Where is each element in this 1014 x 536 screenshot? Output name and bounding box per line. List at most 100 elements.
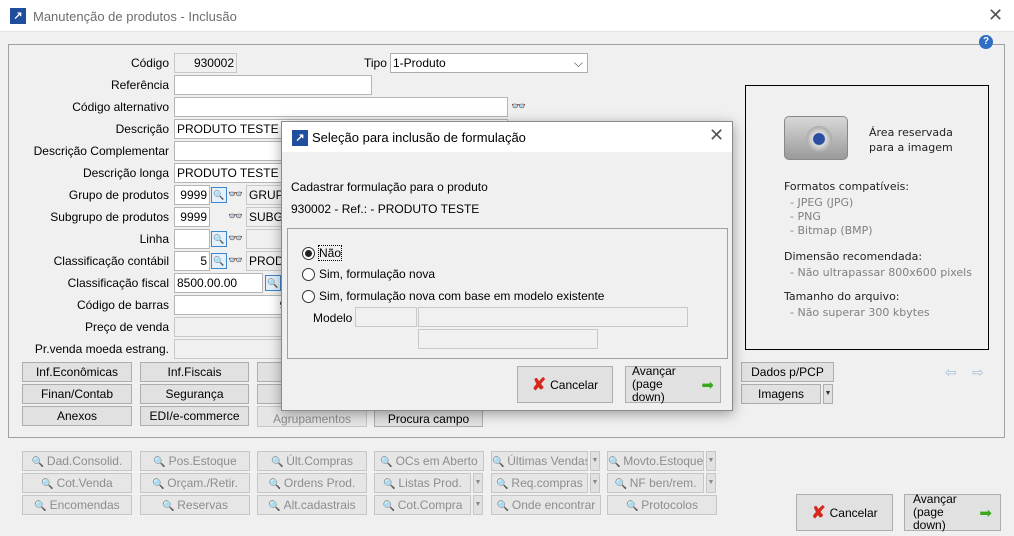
action-button[interactable]: 🔍 Orçam./Retir. <box>140 473 250 493</box>
search-icon[interactable]: 🔍 <box>211 253 227 269</box>
subgrupo-code-field[interactable]: 9999 <box>174 207 210 227</box>
search-icon[interactable]: 🔍 <box>211 187 227 203</box>
search-icon[interactable]: 🔍 <box>211 231 227 247</box>
action-label: OCs em Aberto <box>395 454 478 468</box>
action-button[interactable]: 🔍 Listas Prod. <box>374 473 471 493</box>
codigo-barras-field[interactable]: 93 <box>174 295 296 315</box>
action-button[interactable]: 🔍 Alt.cadastrais <box>257 495 367 515</box>
binoculars-icon[interactable]: 👓 <box>228 187 243 201</box>
dialog-close-icon[interactable]: ✕ <box>709 125 724 146</box>
action-button[interactable]: 🔍 Últimas Vendas <box>491 451 588 471</box>
radio-button[interactable] <box>302 289 315 303</box>
codigo-field[interactable]: 930002 <box>174 53 237 73</box>
imagens-button[interactable]: Imagens <box>741 384 821 404</box>
codigo-alternativo-field[interactable] <box>174 97 508 117</box>
action-button[interactable]: 🔍 OCs em Aberto <box>374 451 484 471</box>
cancel-x-icon: ✘ <box>811 502 826 522</box>
action-icon: 🔍 <box>382 501 398 512</box>
action-button[interactable]: 🔍 NF ben/rem. <box>607 473 704 493</box>
green-arrow-icon: ➡ <box>701 376 714 394</box>
close-icon[interactable]: ✕ <box>988 5 1003 26</box>
inf-fiscais-button[interactable]: Inf.Fiscais <box>140 362 249 382</box>
image-area[interactable]: Área reservada para a imagem Formatos co… <box>745 85 989 350</box>
classificacao-contabil-label: Classificação contábil <box>53 254 169 268</box>
cancel-x-icon: ✘ <box>531 374 547 394</box>
preco-moeda-field <box>174 339 296 359</box>
linha-code-field[interactable] <box>174 229 210 249</box>
action-button[interactable]: 🔍 Encomendas <box>22 495 132 515</box>
edi-button[interactable]: EDI/e-commerce <box>140 406 249 426</box>
action-icon: 🔍 <box>626 501 642 512</box>
chevron-down-icon: ⌵ <box>573 56 583 70</box>
next-label: Avançar <box>913 492 957 506</box>
modelo-label: Modelo <box>313 311 353 325</box>
action-icon: 🔍 <box>271 457 287 468</box>
action-button[interactable]: 🔍 Req.compras <box>491 473 588 493</box>
action-icon: 🔍 <box>41 479 57 490</box>
next-arrow-icon[interactable]: ⇨ <box>972 364 984 381</box>
binoculars-icon[interactable]: 👓 <box>511 99 526 113</box>
size-text: - Não superar 300 kbytes <box>790 306 930 319</box>
dialog-cancel-button[interactable]: ✘ Cancelar <box>517 366 613 403</box>
classificacao-fiscal-field[interactable]: 8500.00.00 <box>174 273 263 293</box>
binoculars-icon[interactable]: 👓 <box>228 253 243 267</box>
action-label: Req.compras <box>511 476 583 490</box>
action-icon: 🔍 <box>31 457 47 468</box>
next-shortcut: (page down) <box>632 377 665 404</box>
action-button[interactable]: 🔍 Ordens Prod. <box>257 473 367 493</box>
binoculars-icon[interactable]: 👓 <box>228 209 243 223</box>
action-button[interactable]: 🔍 Protocolos <box>607 495 717 515</box>
referencia-label: Referência <box>110 78 169 92</box>
linha-label: Linha <box>139 232 169 246</box>
grupo-code-field[interactable]: 9999 <box>174 185 210 205</box>
format-item: - Bitmap (BMP) <box>790 224 873 237</box>
cancel-button[interactable]: ✘ Cancelar <box>796 494 893 531</box>
action-button[interactable]: 🔍 Cot.Compra <box>374 495 471 515</box>
previous-arrow-icon[interactable]: ⇦ <box>945 364 957 381</box>
subgrupo-label: Subgrupo de produtos <box>50 210 169 224</box>
finan-contab-button[interactable]: Finan/Contab <box>22 384 132 404</box>
search-icon[interactable]: 🔍 <box>265 275 281 291</box>
binoculars-icon[interactable]: 👓 <box>228 231 243 245</box>
descricao-longa-label: Descrição longa <box>82 166 169 180</box>
camera-icon <box>784 116 848 160</box>
action-button[interactable]: 🔍 Cot.Venda <box>22 473 132 493</box>
next-button[interactable]: Avançar (page down) ➡ <box>904 492 1001 532</box>
classificacao-fiscal-label: Classificação fiscal <box>67 276 169 290</box>
action-dropdown[interactable]: ▼ <box>590 451 600 471</box>
action-button[interactable]: 🔍 Dad.Consolid. <box>22 451 132 471</box>
option-nova[interactable]: Sim, formulação nova <box>302 267 435 281</box>
classificacao-contabil-code-field[interactable]: 5 <box>174 251 210 271</box>
app-icon: ↗ <box>292 130 308 146</box>
action-button[interactable]: 🔍 Onde encontrar <box>491 495 601 515</box>
action-dropdown[interactable]: ▼ <box>590 473 600 493</box>
dados-pcp-button[interactable]: Dados p/PCP <box>741 362 834 382</box>
action-button[interactable]: 🔍 Reservas <box>140 495 250 515</box>
dimension-title: Dimensão recomendada: <box>784 250 923 263</box>
action-label: Últ.Compras <box>286 454 353 468</box>
option-modelo[interactable]: Sim, formulação nova com base em modelo … <box>302 289 604 303</box>
action-button[interactable]: 🔍 Movto.Estoque <box>607 451 704 471</box>
preco-venda-label: Preço de venda <box>84 320 169 334</box>
option-nao[interactable]: Não <box>302 245 343 261</box>
action-label: Pos.Estoque <box>168 454 237 468</box>
action-dropdown[interactable]: ▼ <box>706 473 716 493</box>
tipo-select[interactable]: 1-Produto ⌵ <box>390 53 588 73</box>
dimension-text: - Não ultrapassar 800x600 pixels <box>790 266 972 279</box>
radio-button[interactable] <box>302 267 315 281</box>
help-icon[interactable]: ? <box>979 35 993 49</box>
action-button[interactable]: 🔍 Pos.Estoque <box>140 451 250 471</box>
dialog-next-button[interactable]: Avançar (page down) ➡ <box>625 365 721 404</box>
next-shortcut: (page down) <box>913 505 946 532</box>
radio-button[interactable] <box>302 246 315 260</box>
action-dropdown[interactable]: ▼ <box>706 451 716 471</box>
anexos-button[interactable]: Anexos <box>22 406 132 426</box>
action-dropdown[interactable]: ▼ <box>473 473 483 493</box>
inf-economicas-button[interactable]: Inf.Econômicas <box>22 362 132 382</box>
action-button[interactable]: 🔍 Últ.Compras <box>257 451 367 471</box>
action-dropdown[interactable]: ▼ <box>473 495 483 515</box>
seguranca-button[interactable]: Segurança <box>140 384 249 404</box>
referencia-field[interactable] <box>174 75 372 95</box>
imagens-dropdown[interactable]: ▼ <box>823 384 833 404</box>
action-icon: 🔍 <box>380 457 396 468</box>
